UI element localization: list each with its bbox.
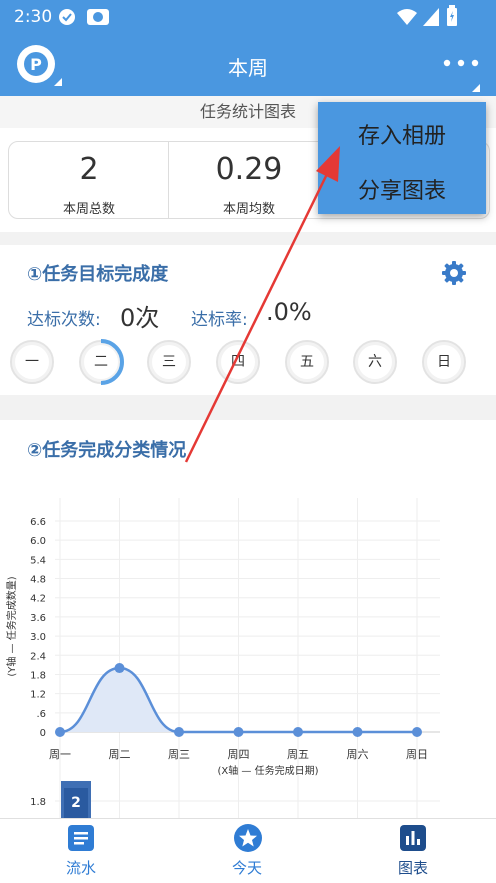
save-to-album-menu-item[interactable]: 存入相册 [318,118,486,150]
nav-tab-flow[interactable]: 流水 [30,819,134,883]
chart2-bar-label: 2 [71,795,81,811]
day-wednesday[interactable]: 三 [147,340,191,384]
y-tick-label: .6 [36,709,46,720]
star-icon [234,824,262,852]
y-tick-label: 1.2 [30,690,46,701]
wifi-icon [397,9,417,25]
x-tick-label: 周日 [406,748,428,761]
y-tick-label: 3.6 [30,613,46,624]
y-tick-label: 4.2 [30,594,46,605]
x-tick-label: 周二 [109,748,131,761]
weekly-average-value: 0.29 [215,152,283,187]
data-point [352,727,363,737]
data-point [55,727,65,737]
category-area-chart: 6.6 6.0 5.4 4.8 4.2 3.6 3.0 2.4 1.8 1.2 .6 0周一 周二 周三 周… [5,498,440,818]
day-thursday[interactable]: 四 [216,340,260,384]
x-axis-title: (X轴 — 任务完成日期) [217,764,318,777]
nav-tab-chart[interactable]: 图表 [362,819,466,883]
share-chart-menu-item[interactable]: 分享图表 [318,173,486,205]
battery-icon [447,5,457,26]
hit-rate-value: .0% [266,298,312,326]
y-axis-title: (Y轴 — 任务完成数量) [5,576,18,676]
day-monday[interactable]: 一 [10,340,54,384]
x-tick-label: 周四 [228,748,250,761]
day-friday[interactable]: 五 [285,340,329,384]
x-tick-label: 周一 [49,748,71,761]
hit-rate-label: 达标率: [191,310,248,330]
app-notification-icon [87,9,109,25]
bottom-nav: 流水 今天 图表 [0,818,496,883]
settings-gear-icon[interactable] [441,260,467,286]
x-tick-label: 周六 [347,748,369,761]
y-tick-label: 4.8 [30,575,46,586]
list-icon [68,825,94,851]
y-tick-label: 5.4 [30,555,46,566]
day-saturday[interactable]: 六 [353,340,397,384]
data-point [233,727,244,737]
signal-icon [423,8,439,26]
weekly-total-label: 本周总数 [62,202,115,217]
x-tick-label: 周五 [287,748,309,761]
y-tick-label: 6.6 [30,517,46,528]
tuesday-progress-arc [100,339,124,385]
nav-label-today: 今天 [232,859,263,877]
bar-chart-icon [400,825,426,851]
nav-tab-today[interactable]: 今天 [196,819,300,883]
status-bar: 2:30 [0,0,496,34]
overflow-menu: 存入相册 分享图表 [318,102,486,214]
y-tick-label: 3.0 [30,632,46,643]
data-point [412,727,422,737]
y-tick-label: 0 [40,728,46,739]
hit-count-value: 0次 [120,304,160,332]
y-tick-label: 1.8 [30,797,46,808]
day-sunday[interactable]: 日 [422,340,466,384]
y-tick-label: 2.4 [30,651,46,662]
nav-label-flow: 流水 [66,859,97,877]
category-chart-title: ②任务完成分类情况 [27,440,187,461]
hit-count-label: 达标次数: [27,310,101,330]
goal-completion-title: ①任务目标完成度 [27,264,169,285]
status-time: 2:30 [14,7,53,27]
y-tick-label: 1.8 [30,670,46,681]
y-tick-label: 6.0 [30,536,46,547]
data-point [293,727,303,737]
data-point [114,663,125,674]
weekly-average-label: 本周均数 [222,202,275,217]
page-title: 本周 [228,56,268,80]
data-point [174,727,184,737]
weekly-total-value: 2 [79,152,99,187]
x-tick-label: 周三 [168,748,190,761]
more-horizontal-icon[interactable] [440,54,484,94]
check-circle-icon [59,9,75,25]
nav-label-chart: 图表 [398,859,429,877]
